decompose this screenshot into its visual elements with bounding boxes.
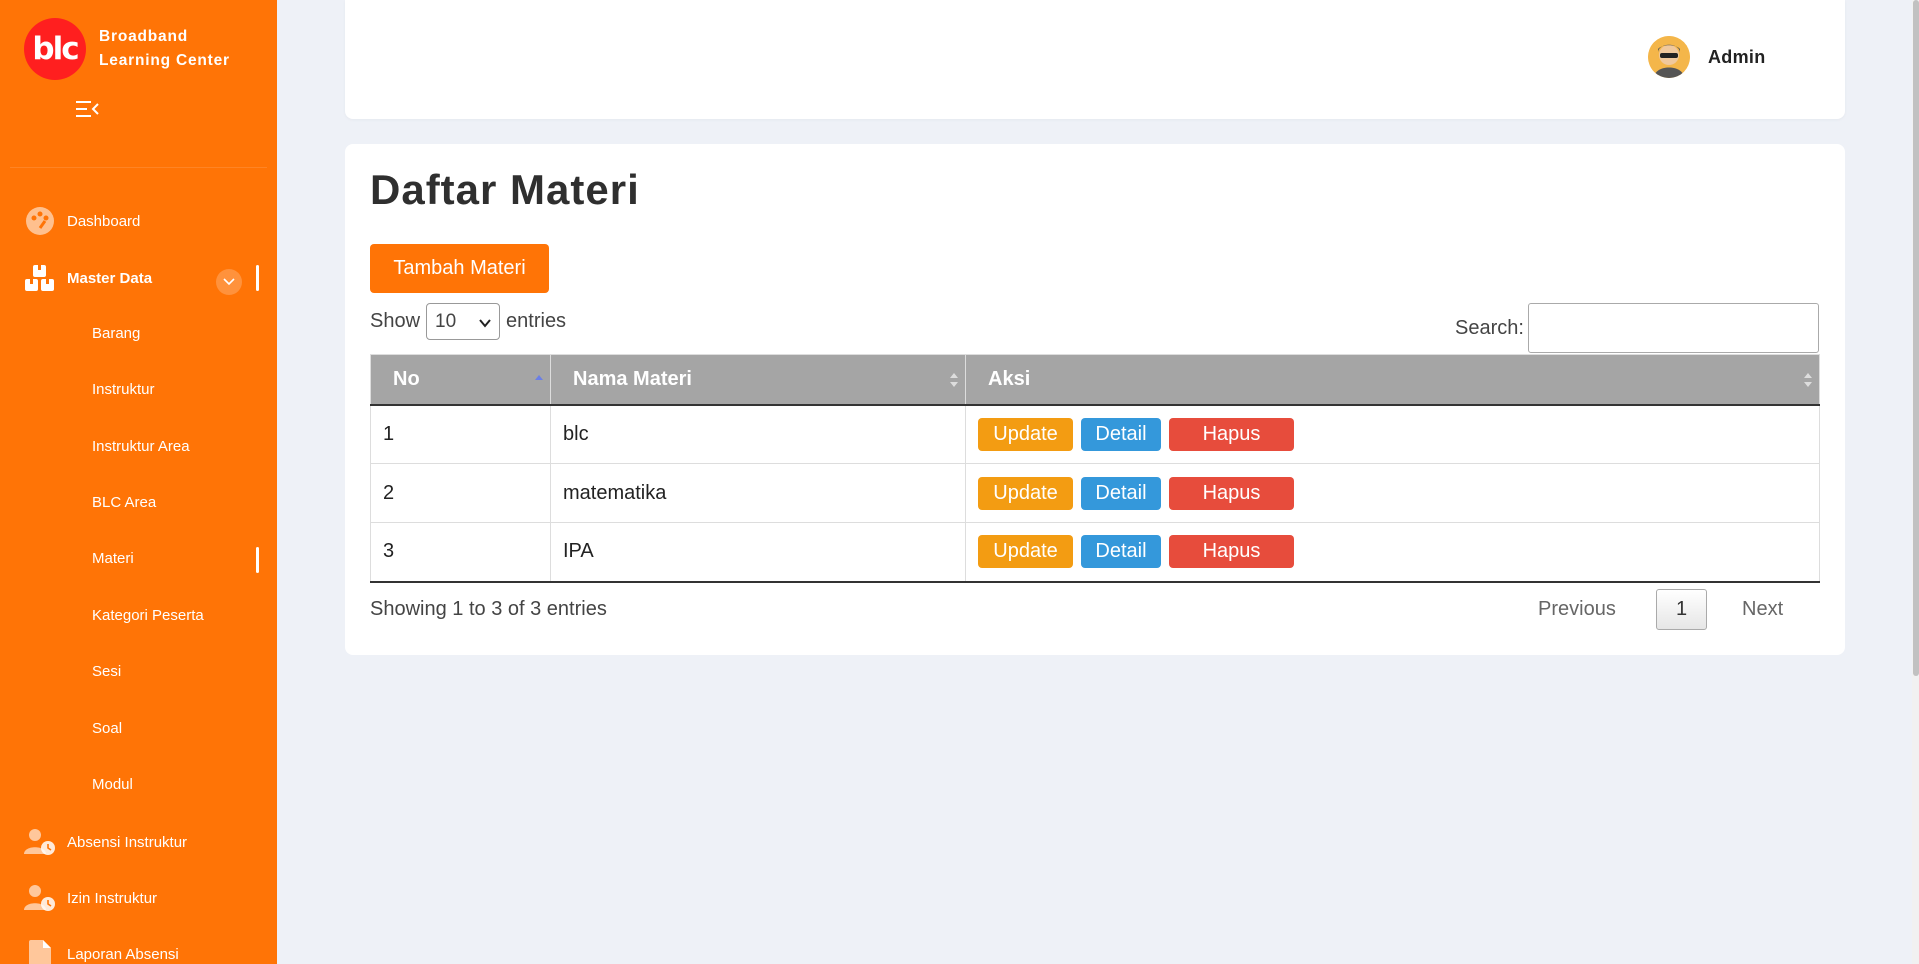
sidebar-item-izin-instruktur[interactable]: Izin Instruktur (0, 878, 277, 918)
hapus-button[interactable]: Hapus (1169, 417, 1294, 451)
entries-label: entries (506, 310, 567, 332)
column-header-no[interactable]: No (370, 354, 551, 406)
sidebar-toggle-icon[interactable] (76, 99, 100, 119)
boxes-icon (24, 262, 56, 294)
cell-no: 3 (370, 522, 551, 583)
sidebar-item-label: Master Data (67, 269, 153, 287)
sidebar-item-dashboard[interactable]: Dashboard (0, 201, 277, 241)
chevron-down-icon[interactable] (216, 269, 242, 295)
content-card: Daftar Materi Tambah Materi Show 10 entr… (345, 144, 1845, 655)
sidebar-subitem-materi[interactable]: Materi (92, 547, 134, 571)
sidebar-subitem-barang[interactable]: Barang (92, 322, 140, 346)
sidebar-item-label: Absensi Instruktur (67, 833, 188, 851)
sidebar-item-label: Izin Instruktur (67, 889, 158, 907)
update-button[interactable]: Update (978, 535, 1073, 569)
file-icon (24, 938, 56, 964)
blc-logo: blc (24, 18, 86, 80)
search-label: Search: (1455, 316, 1524, 339)
sidebar-item-laporan-absensi[interactable]: Laporan Absensi (0, 934, 277, 964)
user-clock-icon (24, 882, 56, 914)
cell-nama-materi: IPA (550, 522, 966, 583)
search-control: Search: (1455, 303, 1819, 353)
top-header (345, 0, 1845, 119)
column-label: Nama Materi (573, 367, 692, 390)
materi-table: No Nama Materi Aksi 1 blc Update Detail … (370, 354, 1820, 583)
brand-line-1: Broadband (99, 28, 189, 45)
brand[interactable]: blc Broadband Learning Center (24, 18, 230, 80)
cell-aksi: Update Detail Hapus (965, 404, 1820, 464)
detail-button[interactable]: Detail (1081, 535, 1161, 569)
table-header-row: No Nama Materi Aksi (370, 354, 1820, 406)
column-header-aksi[interactable]: Aksi (965, 354, 1820, 406)
sidebar-item-label: Laporan Absensi (67, 945, 179, 963)
sidebar-item-master-data[interactable]: Master Data (0, 258, 277, 298)
brand-name: Broadband Learning Center (99, 25, 230, 73)
cell-no: 1 (370, 404, 551, 464)
column-label: Aksi (988, 367, 1031, 390)
active-indicator (256, 265, 259, 291)
page-title: Daftar Materi (370, 166, 640, 213)
detail-button[interactable]: Detail (1081, 476, 1161, 510)
cell-aksi: Update Detail Hapus (965, 463, 1820, 523)
sidebar-subitem-soal[interactable]: Soal (92, 717, 122, 741)
cell-nama-materi: matematika (550, 463, 966, 523)
sidebar-subitem-instruktur-area[interactable]: Instruktur Area (92, 435, 190, 459)
sort-icon (949, 371, 959, 395)
sidebar-subitem-sesi[interactable]: Sesi (92, 660, 121, 684)
detail-button[interactable]: Detail (1081, 417, 1161, 451)
cell-aksi: Update Detail Hapus (965, 522, 1820, 583)
show-label: Show (370, 310, 421, 332)
sidebar-subitem-kategori-peserta[interactable]: Kategori Peserta (92, 604, 204, 628)
hapus-button[interactable]: Hapus (1169, 476, 1294, 510)
user-name[interactable]: Admin (1708, 47, 1766, 68)
pagination-page-1[interactable]: 1 (1656, 589, 1707, 630)
sort-icon (1803, 371, 1813, 395)
page-length-select[interactable]: 10 (426, 303, 501, 340)
brand-line-2: Learning Center (99, 52, 230, 69)
user-clock-icon (24, 826, 56, 858)
sidebar-divider (10, 167, 267, 168)
sidebar-subitem-blc-area[interactable]: BLC Area (92, 491, 156, 515)
sidebar-subitem-instruktur[interactable]: Instruktur (92, 378, 155, 402)
update-button[interactable]: Update (978, 476, 1073, 510)
sidebar: blc Broadband Learning Center Dashboard (0, 0, 277, 964)
scrollbar-thumb[interactable] (1913, 0, 1919, 676)
sort-asc-icon (534, 371, 544, 394)
sidebar-item-absensi-instruktur[interactable]: Absensi Instruktur (0, 822, 277, 862)
update-button[interactable]: Update (978, 417, 1073, 451)
page-length-control: Show 10 entries (370, 303, 566, 340)
cell-nama-materi: blc (550, 404, 966, 464)
table-row: 1 blc Update Detail Hapus (370, 404, 1820, 464)
pagination-previous[interactable]: Previous (1538, 598, 1616, 621)
table-info: Showing 1 to 3 of 3 entries (370, 598, 607, 620)
pagination-next[interactable]: Next (1742, 598, 1783, 621)
chevron-down-icon (479, 314, 491, 336)
table-row: 2 matematika Update Detail Hapus (370, 463, 1820, 523)
column-label: No (393, 367, 420, 390)
table-row: 3 IPA Update Detail Hapus (370, 522, 1820, 583)
search-input[interactable] (1527, 303, 1819, 353)
sidebar-subitem-modul[interactable]: Modul (92, 773, 133, 797)
avatar[interactable] (1648, 36, 1690, 78)
sidebar-item-label: Dashboard (67, 212, 141, 230)
cell-no: 2 (370, 463, 551, 523)
column-header-nama-materi[interactable]: Nama Materi (550, 354, 966, 406)
palette-icon (24, 205, 56, 237)
hapus-button[interactable]: Hapus (1169, 535, 1294, 569)
add-materi-button[interactable]: Tambah Materi (370, 244, 549, 293)
active-indicator (256, 547, 259, 573)
page-length-value: 10 (435, 310, 457, 332)
